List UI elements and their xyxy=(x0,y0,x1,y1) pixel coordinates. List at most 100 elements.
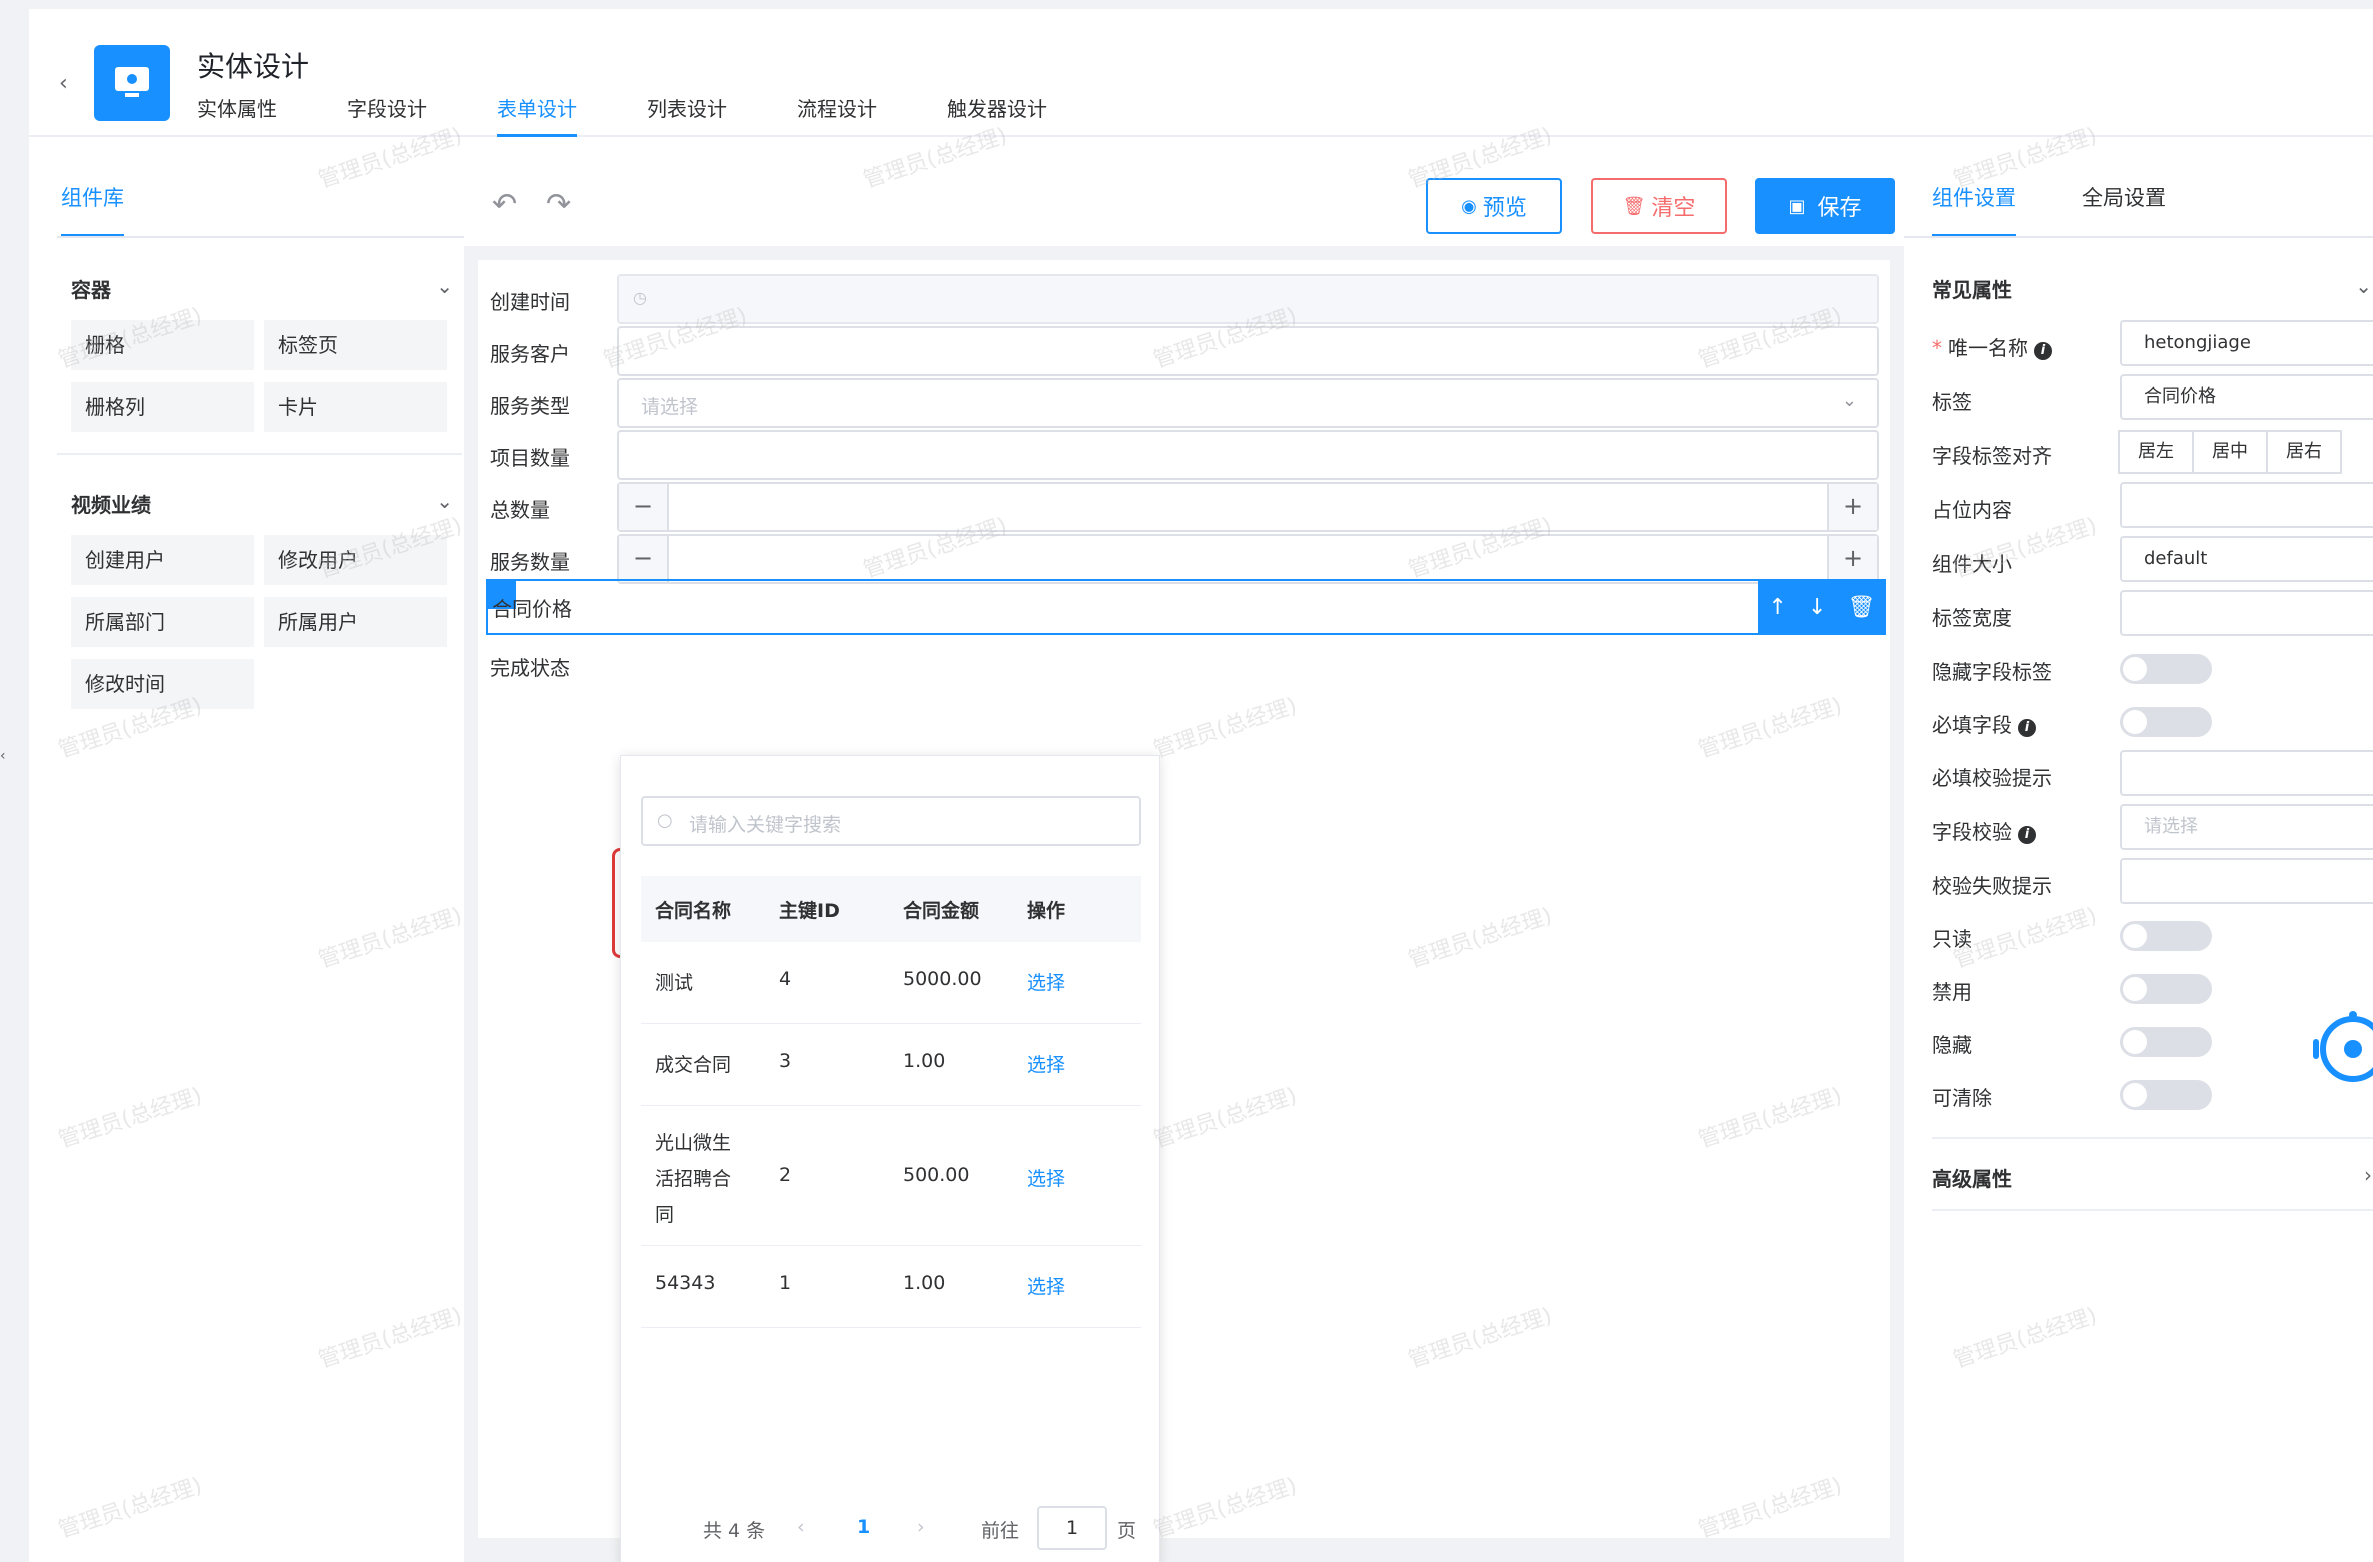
tab-flow-design[interactable]: 流程设计 xyxy=(797,93,877,137)
text-input[interactable] xyxy=(617,430,1879,480)
info-icon: i xyxy=(2034,342,2052,360)
setting-label: 禁用 xyxy=(1932,980,1972,1004)
required-tip-input[interactable] xyxy=(2120,750,2373,796)
component-owner-user[interactable]: 所属用户 xyxy=(264,597,447,647)
divider xyxy=(1932,1209,2373,1211)
group-header-video[interactable]: 视频业绩 ⌄ xyxy=(71,489,461,518)
validate-fail-input[interactable] xyxy=(2120,858,2373,904)
datetime-input: ◷ xyxy=(617,274,1879,324)
chevron-down-icon: ⌄ xyxy=(436,489,453,513)
section-common[interactable]: 常见属性 ⌄ xyxy=(1932,274,2372,303)
preview-button[interactable]: ◉ 预览 xyxy=(1426,178,1562,234)
collapse-arrow-icon[interactable]: ‹ xyxy=(0,748,9,768)
setting-placeholder: 占位内容 xyxy=(1932,482,2373,530)
setting-label: 只读 xyxy=(1932,927,1972,951)
left-edge: ‹ xyxy=(0,0,9,1562)
section-advanced[interactable]: 高级属性 › xyxy=(1932,1163,2372,1192)
component-department[interactable]: 所属部门 xyxy=(71,597,254,647)
select-link[interactable]: 选择 xyxy=(1027,1050,1065,1077)
component-create-user[interactable]: 创建用户 xyxy=(71,535,254,585)
delete-icon[interactable]: 🗑 xyxy=(1848,595,1876,620)
clearable-toggle[interactable] xyxy=(2120,1080,2212,1110)
readonly-toggle[interactable] xyxy=(2120,921,2212,951)
tab-entity-attributes[interactable]: 实体属性 xyxy=(197,93,277,137)
select-input[interactable]: 请选择 ⌄ xyxy=(617,378,1879,428)
save-button[interactable]: ▣ 保存 xyxy=(1755,178,1895,234)
group-header-container[interactable]: 容器 ⌄ xyxy=(71,274,461,303)
redo-icon[interactable]: ↷ xyxy=(546,187,571,222)
component-tabs[interactable]: 标签页 xyxy=(264,320,447,370)
prev-page-icon[interactable]: ‹ xyxy=(797,1516,805,1538)
component-modify-time[interactable]: 修改时间 xyxy=(71,659,254,709)
setting-disabled: 禁用 xyxy=(1932,964,2372,1012)
section-title: 常见属性 xyxy=(1932,278,2012,302)
validate-select[interactable]: 请选择⌄ xyxy=(2120,804,2373,850)
assistant-robot-icon[interactable] xyxy=(2303,1007,2373,1097)
search-input[interactable]: ○ 请输入关键字搜索 xyxy=(641,796,1141,846)
component-card[interactable]: 卡片 xyxy=(264,382,447,432)
form-row-service-type[interactable]: 服务类型 请选择 ⌄ xyxy=(478,378,1890,430)
component-modify-user[interactable]: 修改用户 xyxy=(264,535,447,585)
text-input[interactable] xyxy=(617,326,1879,376)
quantity-stepper[interactable]: − + xyxy=(617,534,1879,584)
move-up-icon[interactable]: ↑ xyxy=(1769,595,1787,620)
plus-button[interactable]: + xyxy=(1827,484,1877,530)
save-label: 保存 xyxy=(1817,196,1862,221)
tab-global-settings[interactable]: 全局设置 xyxy=(2082,182,2166,237)
component-grid-column[interactable]: 栅格列 xyxy=(71,382,254,432)
form-row-project-count[interactable]: 项目数量 xyxy=(478,430,1890,482)
current-page[interactable]: 1 xyxy=(857,1516,870,1538)
plus-button[interactable]: + xyxy=(1827,536,1877,582)
clear-button[interactable]: 🗑 清空 xyxy=(1591,178,1727,234)
align-right-option[interactable]: 居右 xyxy=(2266,430,2342,474)
tab-component-settings[interactable]: 组件设置 xyxy=(1932,182,2016,237)
select-link[interactable]: 选择 xyxy=(1027,968,1065,995)
page-jump-input[interactable]: 1 xyxy=(1037,1506,1107,1550)
select-placeholder: 请选择 xyxy=(641,396,699,418)
unique-name-input[interactable]: hetongjiage xyxy=(2120,320,2373,366)
align-segmented: 居左 居中 居右 xyxy=(2118,430,2342,474)
field-actions: ↑ ↓ 🗑 xyxy=(1758,579,1886,635)
tag-input[interactable]: 合同价格 xyxy=(2120,374,2373,420)
align-left-option[interactable]: 居左 xyxy=(2118,430,2194,474)
minus-button[interactable]: − xyxy=(619,484,669,530)
component-grid[interactable]: 栅格 xyxy=(71,320,254,370)
selected-field-contract-price[interactable]: 合同价格 ↑ ↓ 🗑 xyxy=(486,579,1886,635)
tab-list-design[interactable]: 列表设计 xyxy=(647,93,727,137)
field-label: 服务客户 xyxy=(490,342,570,366)
tab-underline xyxy=(57,236,464,238)
hidden-toggle[interactable] xyxy=(2120,1027,2212,1057)
setting-label-align: 字段标签对齐 居左 居中 居右 xyxy=(1932,428,2372,476)
next-page-icon[interactable]: › xyxy=(917,1516,925,1538)
undo-icon[interactable]: ↶ xyxy=(492,187,517,222)
form-row-service-customer[interactable]: 服务客户 xyxy=(478,326,1890,378)
table-row: 光山微生 活招聘合 同 2 500.00 选择 xyxy=(641,1106,1141,1246)
form-row-created-time[interactable]: 创建时间 ◷ xyxy=(478,274,1890,326)
search-placeholder: 请输入关键字搜索 xyxy=(689,814,842,836)
tab-trigger-design[interactable]: 触发器设计 xyxy=(947,93,1047,137)
entity-logo-icon xyxy=(94,45,170,121)
move-down-icon[interactable]: ↓ xyxy=(1808,595,1826,620)
disabled-toggle[interactable] xyxy=(2120,974,2212,1004)
setting-required-tip: 必填校验提示 xyxy=(1932,750,2373,798)
minus-button[interactable]: − xyxy=(619,536,669,582)
form-row-total-count[interactable]: 总数量 − + xyxy=(478,482,1890,534)
required-toggle[interactable] xyxy=(2120,707,2212,737)
size-select[interactable]: default⌄ xyxy=(2120,536,2373,582)
tab-field-design[interactable]: 字段设计 xyxy=(347,93,427,137)
placeholder-input[interactable] xyxy=(2120,482,2373,528)
back-chevron-icon[interactable]: ‹ xyxy=(59,71,68,96)
label-width-input[interactable] xyxy=(2120,590,2373,636)
group-title: 容器 xyxy=(71,278,111,302)
quantity-stepper[interactable]: − + xyxy=(617,482,1879,532)
tab-form-design[interactable]: 表单设计 xyxy=(497,93,577,137)
save-disk-icon: ▣ xyxy=(1788,195,1806,217)
page-suffix: 页 xyxy=(1117,1520,1137,1542)
tab-component-library[interactable]: 组件库 xyxy=(61,182,124,237)
select-link[interactable]: 选择 xyxy=(1027,1164,1065,1191)
select-link[interactable]: 选择 xyxy=(1027,1272,1065,1299)
align-center-option[interactable]: 居中 xyxy=(2192,430,2268,474)
form-row-completion-status[interactable]: 完成状态 xyxy=(478,640,1890,692)
hide-label-toggle[interactable] xyxy=(2120,654,2212,684)
setting-label-width: 标签宽度 xyxy=(1932,590,2373,638)
